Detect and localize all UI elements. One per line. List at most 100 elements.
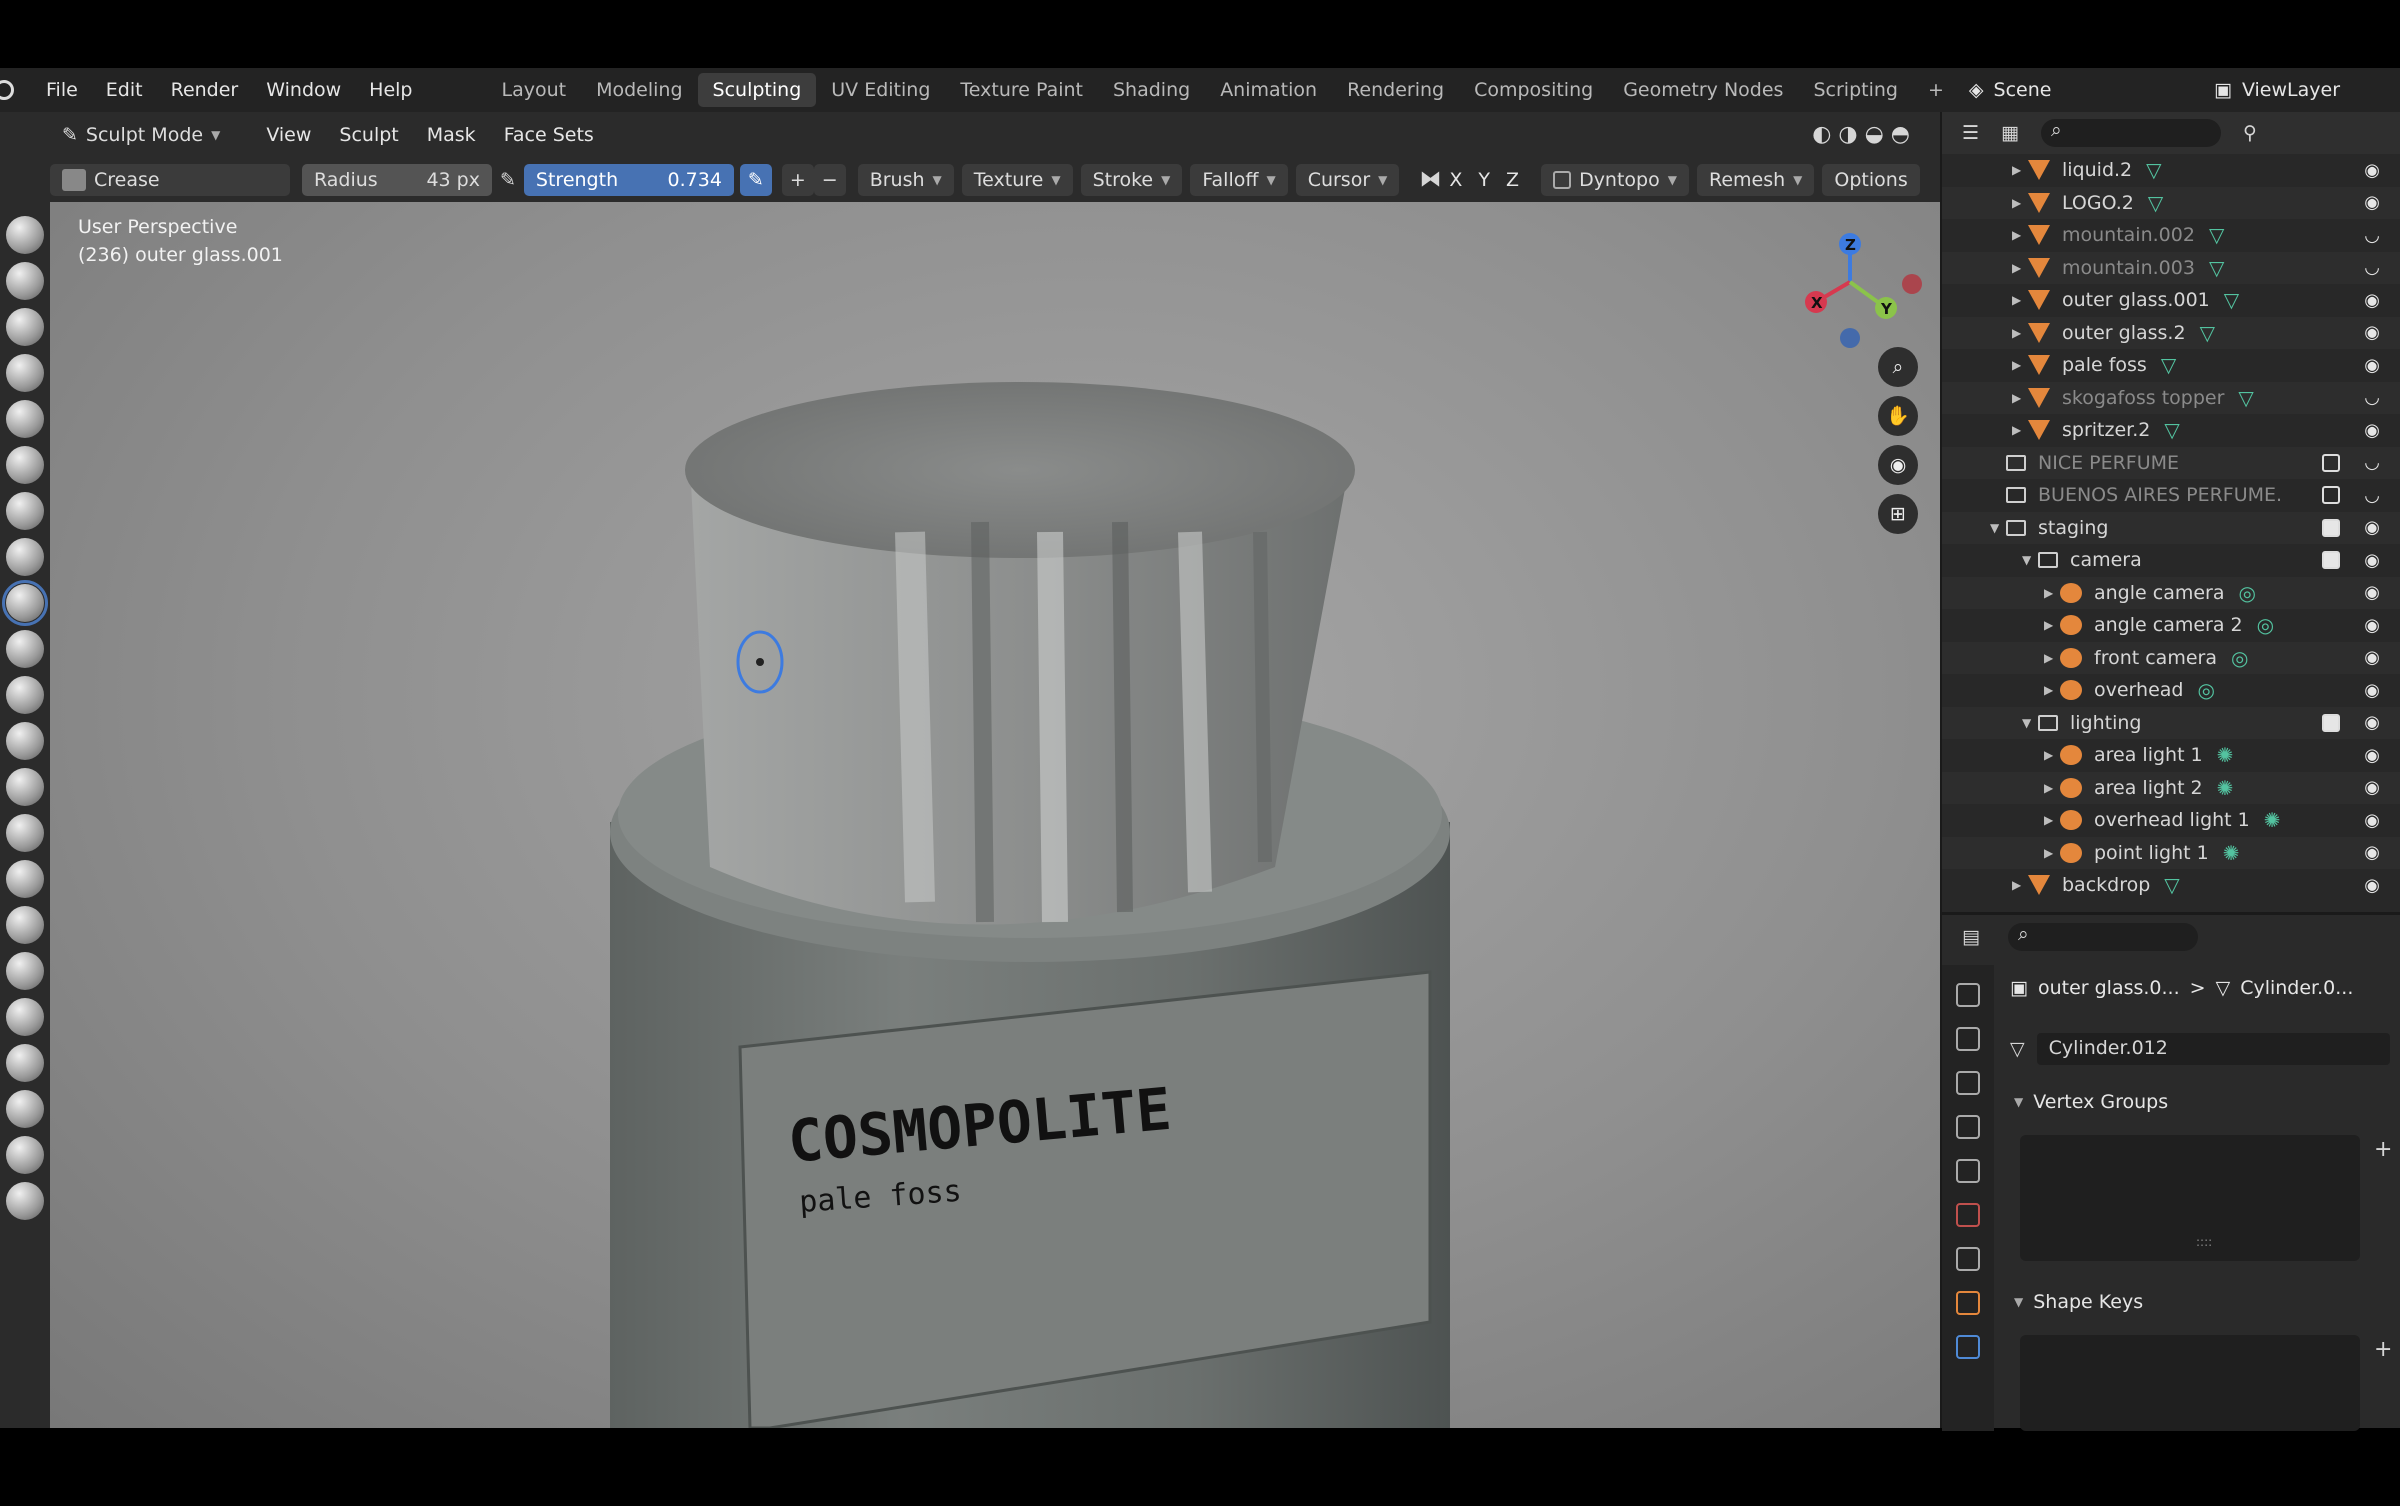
expand-toggle-icon[interactable]: ▶ xyxy=(2044,586,2060,600)
mesh-name-field[interactable]: Cylinder.012 xyxy=(2036,1033,2390,1065)
symmetry-y-toggle[interactable]: Y xyxy=(1470,169,1498,191)
gizmo-neg-x-axis[interactable] xyxy=(1902,274,1922,294)
expand-toggle-icon[interactable]: ▶ xyxy=(2012,261,2028,275)
mesh-data-icon[interactable]: ▽ xyxy=(2209,223,2224,247)
outliner-row[interactable]: ▶ pale foss ▽ ◉ xyxy=(1942,349,2400,381)
outliner-row[interactable]: ▶ angle camera 2 ◎ ◉ xyxy=(1942,609,2400,641)
outliner-row[interactable]: ▶ mountain.002 ▽ ◡ xyxy=(1942,219,2400,251)
vertex-groups-panel-header[interactable]: ▼ Vertex Groups xyxy=(2014,1091,2168,1113)
visibility-eye-icon[interactable]: ◉ xyxy=(2364,322,2380,343)
filter-view-icon[interactable]: ▦ xyxy=(2001,122,2019,144)
pan-hand-icon[interactable]: ✋ xyxy=(1878,396,1918,436)
exclude-checkbox[interactable] xyxy=(2322,453,2340,472)
expand-toggle-icon[interactable]: ▶ xyxy=(2012,228,2028,242)
expand-toggle-icon[interactable]: ▶ xyxy=(2012,358,2028,372)
expand-toggle-icon[interactable]: ▶ xyxy=(2044,813,2060,827)
menu-help[interactable]: Help xyxy=(355,79,426,101)
camera-data-icon[interactable]: ◎ xyxy=(2197,678,2214,702)
mesh-data-icon[interactable]: ▽ xyxy=(2010,1038,2025,1060)
outliner-row[interactable]: ▶ outer glass.001 ▽ ◉ xyxy=(1942,284,2400,316)
outliner-row[interactable]: ▶ front camera ◎ ◉ xyxy=(1942,641,2400,674)
expand-toggle-icon[interactable]: ▶ xyxy=(2044,651,2060,665)
menu-mask[interactable]: Mask xyxy=(413,124,490,146)
filter-icon[interactable]: ⚲ xyxy=(2243,122,2257,144)
outliner-row[interactable]: ▶ skogafoss topper ▽ ◡ xyxy=(1942,381,2400,414)
menu-edit[interactable]: Edit xyxy=(92,79,157,101)
outliner-search-input[interactable]: ⌕ xyxy=(2041,119,2221,147)
outliner-row[interactable]: ▶ point light 1 ✺ ◉ xyxy=(1942,836,2400,869)
visibility-eye-icon[interactable]: ◡ xyxy=(2364,452,2380,473)
perspective-toggle-icon[interactable]: ⊞ xyxy=(1878,494,1918,534)
render-tab-icon[interactable] xyxy=(1956,1027,1980,1051)
vertex-groups-list[interactable]: :::: xyxy=(2020,1135,2360,1261)
dyntopo-dropdown[interactable]: Dyntopo ▼ xyxy=(1541,163,1689,196)
view-layer-selector[interactable]: ▣ ViewLayer xyxy=(2214,79,2340,101)
pinch-brush-icon[interactable] xyxy=(6,860,44,898)
visibility-eye-icon[interactable]: ◡ xyxy=(2364,387,2380,408)
camera-view-icon[interactable]: ◉ xyxy=(1878,445,1918,485)
dyntopo-checkbox[interactable] xyxy=(1553,170,1572,189)
outliner-row[interactable]: ▶ overhead light 1 ✺ ◉ xyxy=(1942,804,2400,836)
draw-brush-icon[interactable] xyxy=(6,216,44,254)
visibility-eye-icon[interactable]: ◉ xyxy=(2364,777,2380,798)
menu-window[interactable]: Window xyxy=(252,79,355,101)
visibility-eye-icon[interactable]: ◉ xyxy=(2364,875,2380,896)
falloff-dropdown[interactable]: Falloff ▼ xyxy=(1190,163,1288,196)
camera-data-icon[interactable]: ◎ xyxy=(2257,613,2274,637)
symmetry-icon[interactable]: ⧓ xyxy=(1419,167,1441,192)
options-dropdown[interactable]: Options xyxy=(1822,163,1920,196)
visibility-eye-icon[interactable]: ◉ xyxy=(2364,160,2380,181)
3d-viewport[interactable]: User Perspective (236) outer glass.001 C… xyxy=(50,202,1940,1428)
tab-modeling[interactable]: Modeling xyxy=(581,73,697,107)
properties-search-input[interactable]: ⌕ xyxy=(2007,923,2198,951)
visibility-eye-icon[interactable]: ◉ xyxy=(2364,680,2380,701)
exclude-checkbox[interactable] xyxy=(2322,551,2340,569)
clay-strips-brush-icon[interactable] xyxy=(6,354,44,392)
inflate-brush-icon[interactable] xyxy=(6,492,44,530)
direction-add-button[interactable]: + xyxy=(781,163,814,196)
visibility-eye-icon[interactable]: ◉ xyxy=(2364,810,2380,831)
multiplane-scrape-brush-icon[interactable] xyxy=(6,814,44,852)
mesh-data-icon[interactable]: ▽ xyxy=(2224,288,2239,312)
strength-pressure-icon[interactable]: ✎ xyxy=(739,163,772,196)
smooth-brush-icon[interactable] xyxy=(6,630,44,668)
outliner-row[interactable]: ▼ lighting ◉ xyxy=(1942,706,2400,739)
mesh-data-icon[interactable]: ▽ xyxy=(2164,873,2179,897)
tab-uv-editing[interactable]: UV Editing xyxy=(816,73,945,107)
outliner-row[interactable]: ▶ liquid.2 ▽ ◉ xyxy=(1942,154,2400,186)
draw-sharp-brush-icon[interactable] xyxy=(6,262,44,300)
viewport-shading-icon[interactable]: ◐ ◑ ◒ ◓ xyxy=(1812,122,1910,147)
outliner-row[interactable]: ▶ area light 2 ✺ ◉ xyxy=(1942,771,2400,804)
light-data-icon[interactable]: ✺ xyxy=(2217,776,2234,800)
outliner-row[interactable]: ▶ spritzer.2 ▽ ◉ xyxy=(1942,414,2400,446)
direction-subtract-button[interactable]: − xyxy=(813,163,846,196)
expand-toggle-icon[interactable]: ▶ xyxy=(2044,846,2060,860)
stroke-dropdown[interactable]: Stroke ▼ xyxy=(1080,163,1183,196)
symmetry-x-toggle[interactable]: X xyxy=(1441,169,1470,191)
expand-toggle-icon[interactable]: ▶ xyxy=(2044,683,2060,697)
expand-toggle-icon[interactable]: ▶ xyxy=(2044,618,2060,632)
thumb-brush-icon[interactable] xyxy=(6,1044,44,1082)
outliner-row[interactable]: ▶ area light 1 ✺ ◉ xyxy=(1942,739,2400,771)
tab-scripting[interactable]: Scripting xyxy=(1798,73,1913,107)
output-tab-icon[interactable] xyxy=(1956,1071,1980,1095)
expand-toggle-icon[interactable]: ▶ xyxy=(2012,196,2028,210)
mode-selector[interactable]: ✎ Sculpt Mode ▼ xyxy=(50,119,232,151)
tab-shading[interactable]: Shading xyxy=(1098,73,1205,107)
visibility-eye-icon[interactable]: ◉ xyxy=(2364,420,2380,441)
expand-toggle-icon[interactable]: ▶ xyxy=(2012,391,2028,405)
menu-render[interactable]: Render xyxy=(157,79,253,101)
brush-dropdown[interactable]: Brush ▼ xyxy=(857,163,954,196)
blob-brush-icon[interactable] xyxy=(6,538,44,576)
visibility-eye-icon[interactable]: ◉ xyxy=(2364,745,2380,766)
expand-toggle-icon[interactable]: ▼ xyxy=(2022,716,2038,730)
tab-geometry-nodes[interactable]: Geometry Nodes xyxy=(1608,73,1798,107)
visibility-eye-icon[interactable]: ◉ xyxy=(2364,550,2380,571)
outliner-row[interactable]: NICE PERFUME ◡ xyxy=(1942,446,2400,479)
mesh-data-icon[interactable]: ▽ xyxy=(2148,191,2163,215)
visibility-eye-icon[interactable]: ◉ xyxy=(2364,582,2380,603)
tab-animation[interactable]: Animation xyxy=(1205,73,1332,107)
expand-toggle-icon[interactable]: ▼ xyxy=(2022,553,2038,567)
shape-keys-panel-header[interactable]: ▼ Shape Keys xyxy=(2014,1291,2143,1313)
nudge-brush-icon[interactable] xyxy=(6,1136,44,1174)
